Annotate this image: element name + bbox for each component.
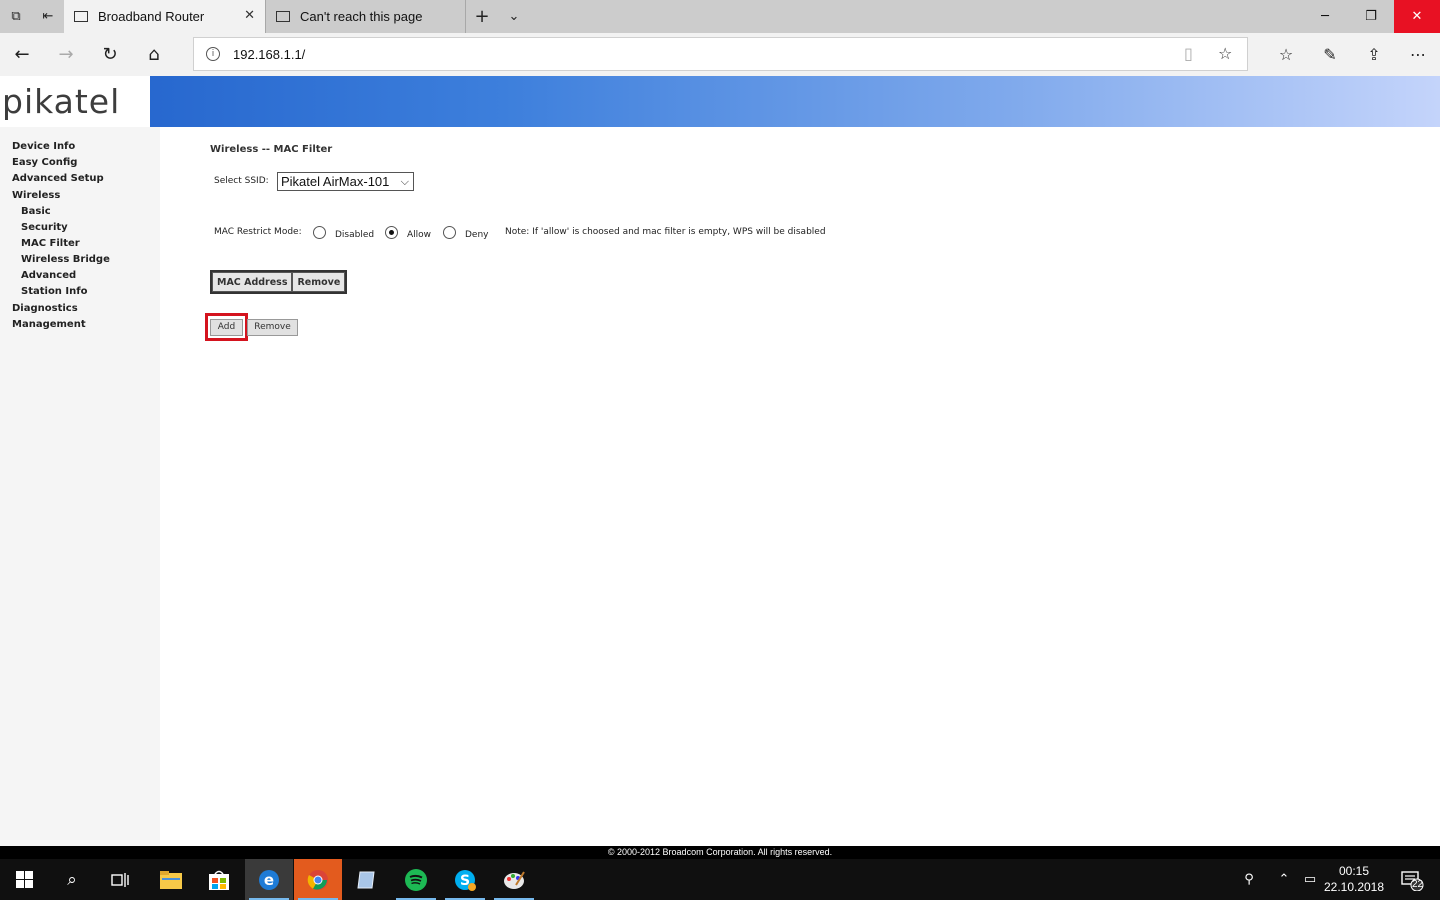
menu-wireless-basic[interactable]: Basic <box>21 206 51 217</box>
ssid-value: Pikatel AirMax-101 <box>281 174 390 189</box>
radio-allow[interactable] <box>385 226 398 239</box>
set-tabs-aside-icon[interactable]: ⇤ <box>32 0 64 33</box>
edge-icon[interactable]: e <box>245 859 293 900</box>
site-info-icon[interactable]: i <box>206 47 220 61</box>
minimize-icon[interactable]: ─ <box>1302 0 1348 33</box>
menu-management[interactable]: Management <box>12 319 86 330</box>
people-icon[interactable]: ⚲ <box>1236 859 1262 900</box>
tab-preview-chevron-icon[interactable]: ⌄ <box>498 0 530 33</box>
menu-mac-filter[interactable]: MAC Filter <box>21 238 80 249</box>
close-window-icon[interactable]: ✕ <box>1394 0 1440 33</box>
menu-wireless[interactable]: Wireless <box>12 190 60 201</box>
windows-taskbar: ⌕ e S ⚲ ⌃ ▭ 00:15 22.10.2018 22 <box>0 859 1440 900</box>
close-tab-icon[interactable]: ✕ <box>244 8 255 23</box>
remove-button[interactable]: Remove <box>247 319 298 336</box>
router-page: pikatel Device Info Easy Config Advanced… <box>0 76 1440 846</box>
web-note-icon[interactable]: ✎ <box>1308 33 1352 76</box>
chevron-down-icon: ⌵ <box>400 175 409 188</box>
page-title: Wireless -- MAC Filter <box>210 144 333 155</box>
header-banner <box>0 76 1440 127</box>
wps-note: Note: If 'allow' is choosed and mac filt… <box>505 227 826 237</box>
tab-title: Broadband Router <box>98 9 205 24</box>
clock[interactable]: 00:15 22.10.2018 <box>1322 863 1386 895</box>
favorites-hub-icon[interactable]: ☆ <box>1264 33 1308 76</box>
store-icon[interactable] <box>195 859 243 900</box>
skype-icon[interactable]: S <box>441 859 489 900</box>
sidebar-menu: Device Info Easy Config Advanced Setup W… <box>0 127 160 846</box>
address-bar[interactable]: i 192.168.1.1/ ▯ ☆ <box>193 37 1248 71</box>
tab-manager-icon[interactable]: ⧉ <box>0 0 32 33</box>
favorite-star-icon[interactable]: ☆ <box>1218 44 1232 63</box>
radio-allow-label: Allow <box>407 230 432 240</box>
show-hidden-icons-chevron-icon[interactable]: ⌃ <box>1272 859 1296 900</box>
more-icon[interactable]: ⋯ <box>1396 33 1440 76</box>
restore-icon[interactable]: ❐ <box>1348 0 1394 33</box>
home-icon[interactable]: ⌂ <box>132 33 176 76</box>
network-icon[interactable]: ▭ <box>1298 859 1322 900</box>
svg-text:e: e <box>264 871 274 889</box>
share-icon[interactable]: ⇪ <box>1352 33 1396 76</box>
logo-text: pikatel <box>2 82 121 121</box>
radio-deny-label: Deny <box>465 230 489 240</box>
radio-disabled[interactable] <box>313 226 326 239</box>
menu-wireless-advanced[interactable]: Advanced <box>21 270 76 281</box>
ssid-select[interactable]: Pikatel AirMax-101 ⌵ <box>277 172 414 191</box>
start-windows-icon[interactable] <box>0 859 48 900</box>
menu-wireless-bridge[interactable]: Wireless Bridge <box>21 254 110 265</box>
menu-wireless-security[interactable]: Security <box>21 222 68 233</box>
file-explorer-icon[interactable] <box>147 859 195 900</box>
col-mac-address: MAC Address <box>212 272 293 292</box>
notepad-icon[interactable] <box>342 859 390 900</box>
menu-easy-config[interactable]: Easy Config <box>12 157 77 168</box>
browser-toolbar: ← → ↻ ⌂ i 192.168.1.1/ ▯ ☆ ☆ ✎ ⇪ ⋯ <box>0 33 1440 76</box>
add-button[interactable]: Add <box>210 319 243 336</box>
reading-view-icon[interactable]: ▯ <box>1184 44 1193 63</box>
menu-diagnostics[interactable]: Diagnostics <box>12 303 78 314</box>
chrome-icon[interactable] <box>294 859 342 900</box>
tab-title: Can't reach this page <box>300 9 423 24</box>
restrict-mode-label: MAC Restrict Mode: <box>214 227 302 237</box>
new-tab-icon[interactable]: + <box>466 0 498 33</box>
browser-tab-bar: ⧉ ⇤ Broadband Router ✕ Can't reach this … <box>0 0 1440 33</box>
tab-broadband-router[interactable]: Broadband Router ✕ <box>64 0 265 33</box>
clock-time: 00:15 <box>1338 864 1370 878</box>
page-icon <box>74 11 88 22</box>
action-center-icon[interactable]: 22 <box>1392 859 1432 900</box>
notification-count: 22 <box>1412 879 1424 890</box>
refresh-icon[interactable]: ↻ <box>88 33 132 76</box>
tab-cant-reach[interactable]: Can't reach this page <box>266 0 465 33</box>
paint-icon[interactable] <box>490 859 538 900</box>
col-remove: Remove <box>292 272 346 292</box>
back-icon[interactable]: ← <box>0 33 44 76</box>
radio-deny[interactable] <box>443 226 456 239</box>
spotify-icon[interactable] <box>392 859 440 900</box>
select-ssid-label: Select SSID: <box>214 176 269 186</box>
copyright-footer: © 2000-2012 Broadcom Corporation. All ri… <box>0 846 1440 859</box>
task-view-icon[interactable] <box>96 859 144 900</box>
page-icon <box>276 11 290 22</box>
clock-date: 22.10.2018 <box>1323 880 1385 894</box>
mac-filter-table: MAC Address Remove <box>210 270 348 294</box>
url-text[interactable]: 192.168.1.1/ <box>233 47 305 62</box>
forward-icon[interactable]: → <box>44 33 88 76</box>
logo: pikatel <box>0 76 150 127</box>
menu-device-info[interactable]: Device Info <box>12 141 75 152</box>
search-icon[interactable]: ⌕ <box>48 859 96 900</box>
menu-station-info[interactable]: Station Info <box>21 286 87 297</box>
radio-disabled-label: Disabled <box>335 230 375 240</box>
menu-advanced-setup[interactable]: Advanced Setup <box>12 173 104 184</box>
